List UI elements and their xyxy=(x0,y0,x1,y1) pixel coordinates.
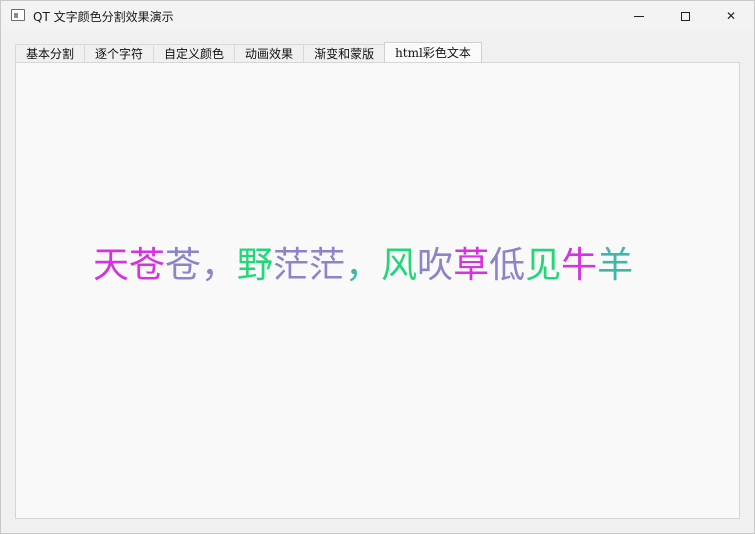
tab-bar: 基本分割 逐个字符 自定义颜色 动画效果 渐变和蒙版 html彩色文本 xyxy=(15,42,482,63)
tab-per-character[interactable]: 逐个字符 xyxy=(84,44,155,62)
close-button[interactable]: ✕ xyxy=(708,1,754,31)
tab-custom-colors[interactable]: 自定义颜色 xyxy=(153,44,236,62)
maximize-icon xyxy=(680,11,690,21)
text-segment: 低 xyxy=(489,245,526,286)
text-segment: ， xyxy=(345,245,382,286)
tab-label: 基本分割 xyxy=(26,47,75,61)
text-segment: 风 xyxy=(381,245,418,286)
text-segment: 天苍 xyxy=(93,245,166,286)
text-segment: 苍， xyxy=(165,245,238,286)
text-segment: 牛 xyxy=(561,245,598,286)
tab-content-panel: 天苍苍，野茫茫，风吹草低见牛羊 xyxy=(15,62,740,519)
window-title: QT 文字颜色分割效果演示 xyxy=(33,10,174,24)
text-segment: 吹 xyxy=(417,245,454,286)
text-segment: 羊 xyxy=(597,245,634,286)
tab-html-colored-text[interactable]: html彩色文本 xyxy=(384,42,482,62)
text-segment: 野 xyxy=(237,245,274,286)
app-window-icon xyxy=(11,9,25,21)
text-segment: 见 xyxy=(525,245,562,286)
tab-label: html彩色文本 xyxy=(395,46,471,60)
text-segment: 茫茫 xyxy=(273,245,346,286)
app-window: QT 文字颜色分割效果演示 ✕ 基本分割 逐个字符 自定义颜色 动画效果 渐变和… xyxy=(0,0,755,534)
close-icon: ✕ xyxy=(725,9,737,23)
colored-poem-text: 天苍苍，野茫茫，风吹草低见牛羊 xyxy=(93,243,653,289)
title-bar[interactable]: QT 文字颜色分割效果演示 ✕ xyxy=(1,1,754,31)
minimize-icon xyxy=(634,15,644,17)
tab-label: 动画效果 xyxy=(245,47,294,61)
tab-label: 逐个字符 xyxy=(95,47,144,61)
tab-animation[interactable]: 动画效果 xyxy=(234,44,305,62)
maximize-button[interactable] xyxy=(662,1,708,31)
tab-label: 自定义颜色 xyxy=(164,47,225,61)
minimize-button[interactable] xyxy=(616,1,662,31)
tab-label: 渐变和蒙版 xyxy=(314,47,375,61)
tab-gradient-mask[interactable]: 渐变和蒙版 xyxy=(303,44,386,62)
text-segment: 草 xyxy=(453,245,490,286)
tab-basic-split[interactable]: 基本分割 xyxy=(15,44,86,62)
